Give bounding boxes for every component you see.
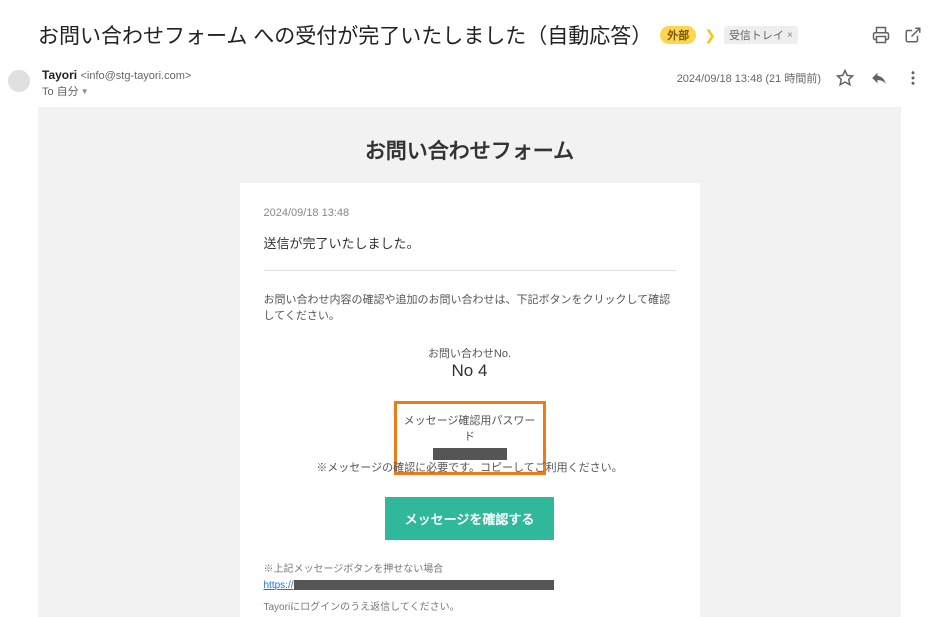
open-new-window-icon[interactable] [903,25,923,45]
avatar[interactable] [8,70,30,92]
footnote-block: ※上記メッセージボタンを押せない場合 https:// Tayoriにログインの… [264,562,676,617]
chevron-down-icon[interactable]: ▼ [81,87,89,96]
important-marker-icon[interactable]: ❯ [704,27,716,44]
close-icon[interactable]: × [787,30,793,41]
sender-name: Tayori [42,68,77,82]
to-line[interactable]: To 自分 ▼ [42,83,191,99]
redacted-url-1 [294,580,554,590]
inquiry-no-label: お問い合わせNo. [264,345,676,361]
inquiry-no-value: No 4 [264,361,676,381]
password-label: メッセージ確認用パスワード [401,412,539,444]
sender-email: <info@stg-tayori.com> [80,70,191,82]
footnote-1: ※上記メッセージボタンを押せない場合 [264,562,676,578]
email-subject: お問い合わせフォーム への受付が完了いたしました（自動応答） [38,20,652,50]
star-icon[interactable] [835,68,855,88]
card-heading: 送信が完了いたしました。 [264,233,676,252]
more-options-icon[interactable] [903,68,923,88]
external-badge: 外部 [660,26,696,44]
email-timestamp: 2024/09/18 13:48 (21 時間前) [677,70,821,86]
print-icon[interactable] [871,25,891,45]
body-title: お問い合わせフォーム [38,107,901,183]
instruction-text: お問い合わせ内容の確認や追加のお問い合わせは、下記ボタンをクリックして確認してく… [264,291,676,323]
footnote-2: Tayoriにログインのうえ返信してください。 [264,600,676,616]
confirm-message-button[interactable]: メッセージを確認する [385,497,555,540]
card-timestamp: 2024/09/18 13:48 [264,207,676,219]
inbox-label-text: 受信トレイ [729,27,784,43]
email-body: お問い合わせフォーム 2024/09/18 13:48 送信が完了いたしました。… [38,107,901,617]
footnote-link-1[interactable]: https:// [264,580,294,591]
divider [264,270,676,271]
reply-icon[interactable] [869,68,889,88]
copy-note: ※メッセージの確認に必要です。コピーしてご利用ください。 [264,459,676,475]
content-card: 2024/09/18 13:48 送信が完了いたしました。 お問い合わせ内容の確… [240,183,700,617]
inbox-label[interactable]: 受信トレイ × [724,26,798,44]
